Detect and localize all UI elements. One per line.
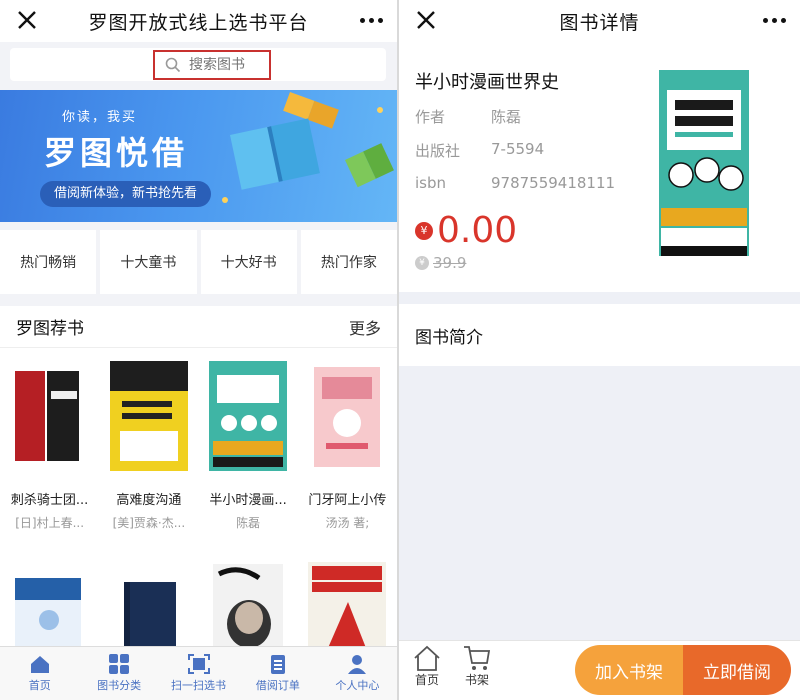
home-label: 首页	[414, 673, 439, 687]
tab-label: 个人中心	[335, 679, 380, 692]
book-card[interactable]	[0, 558, 99, 648]
book-card[interactable]	[99, 558, 198, 648]
price-value: 0.00	[437, 210, 518, 251]
book-author: 陈磊	[236, 516, 261, 530]
tab-home[interactable]: 首页	[0, 647, 79, 700]
banner-tagline: 借阅新体验，新书抢先看	[40, 181, 212, 207]
search-bar	[10, 48, 386, 81]
tag-top-children[interactable]: 十大童书	[100, 230, 197, 294]
author-value: 陈磊	[491, 108, 522, 126]
category-shortcuts: 热门畅销 十大童书 十大好书 热门作家	[0, 230, 397, 294]
add-to-shelf-button[interactable]: 加入书架	[575, 645, 683, 695]
book-cover	[110, 558, 188, 648]
book-card[interactable]: 刺杀骑士团... [日]村上春...	[0, 361, 99, 531]
book-cover	[10, 361, 89, 471]
more-menu-icon[interactable]	[360, 18, 383, 23]
search-box[interactable]	[153, 50, 271, 80]
book-author: 汤汤 著;	[325, 516, 370, 530]
tab-label: 扫一扫选书	[171, 679, 227, 692]
original-price: ¥ 39.9	[415, 254, 466, 272]
author-row: 作者 陈磊	[415, 106, 521, 127]
bottom-tab-bar: 首页 图书分类 扫一扫选书 借阅订单 个人中心	[0, 646, 397, 700]
page-title: 图书详情	[559, 11, 640, 34]
tab-orders[interactable]: 借阅订单	[238, 647, 317, 700]
currency-icon: ¥	[415, 221, 433, 240]
borrow-now-button[interactable]: 立即借阅	[683, 645, 791, 695]
tab-label: 借阅订单	[255, 679, 300, 692]
book-title: 高难度沟通	[116, 493, 182, 508]
tab-label: 首页	[28, 679, 51, 692]
scan-icon	[187, 654, 210, 674]
close-icon[interactable]	[14, 7, 40, 33]
tag-bestseller[interactable]: 热门畅销	[0, 230, 97, 294]
cart-icon	[464, 646, 491, 670]
book-cover-large	[659, 70, 749, 256]
book-author: [日]村上春...	[15, 516, 85, 530]
close-icon[interactable]	[413, 7, 439, 33]
home-icon	[30, 656, 49, 673]
book-detail-screen: 图书详情 半小时漫画世界史 作者 陈磊 出版社 7-5594 isbn 9787…	[399, 0, 800, 700]
tag-top-books[interactable]: 十大好书	[200, 230, 297, 294]
book-cover	[209, 361, 288, 471]
banner-subtitle: 你读，我买	[62, 110, 138, 125]
search-input[interactable]	[189, 57, 259, 73]
book-cover	[109, 361, 188, 471]
more-link[interactable]: 更多	[349, 315, 381, 339]
home-header: 罗图开放式线上选书平台	[0, 0, 397, 42]
book-author: [美]贾森·杰...	[112, 516, 186, 530]
detail-bottom-bar: 首页 书架 加入书架 立即借阅	[399, 640, 800, 700]
book-cover	[308, 558, 387, 648]
book-title: 刺杀骑士团...	[10, 493, 89, 508]
book-card[interactable]: 半小时漫画... 陈磊	[199, 361, 298, 531]
banner-title: 罗图悦借	[44, 134, 189, 172]
publisher-value: 7-5594	[491, 140, 545, 158]
user-icon	[348, 655, 367, 674]
more-menu-icon[interactable]	[763, 18, 786, 23]
price: ¥ 0.00	[415, 210, 517, 251]
search-icon	[165, 57, 181, 73]
shelf-label: 书架	[464, 673, 489, 687]
recommend-section: 罗图荐书 更多 刺杀骑士团... [日]村上春... 高难度沟通 [美]贾森·杰…	[0, 306, 397, 648]
tag-popular-authors[interactable]: 热门作家	[300, 230, 397, 294]
tab-scan[interactable]: 扫一扫选书	[159, 647, 238, 700]
book-cover	[209, 558, 287, 648]
book-name: 半小时漫画世界史	[415, 72, 559, 93]
isbn-label: isbn	[415, 174, 447, 192]
tab-profile[interactable]: 个人中心	[318, 647, 397, 700]
currency-icon: ¥	[415, 256, 429, 270]
author-label: 作者	[415, 108, 446, 126]
page-title: 罗图开放式线上选书平台	[88, 11, 309, 34]
book-card[interactable]	[298, 558, 397, 648]
book-card[interactable]	[199, 558, 298, 648]
clipboard-icon	[270, 655, 285, 674]
grid-icon	[109, 654, 130, 674]
tab-label: 图书分类	[97, 679, 142, 692]
book-card[interactable]: 高难度沟通 [美]贾森·杰...	[99, 361, 198, 531]
book-cover	[308, 361, 386, 471]
original-price-value: 39.9	[433, 254, 467, 272]
detail-header: 图书详情	[399, 0, 800, 42]
isbn-value: 9787559418111	[491, 174, 616, 192]
publisher-row: 出版社 7-5594	[415, 140, 544, 161]
isbn-row: isbn 9787559418111	[415, 174, 615, 192]
book-cover	[11, 558, 89, 648]
book-title: 门牙阿上小传	[308, 493, 387, 508]
tab-categories[interactable]: 图书分类	[79, 647, 158, 700]
book-grid: 刺杀骑士团... [日]村上春... 高难度沟通 [美]贾森·杰... 半小时漫…	[0, 361, 397, 531]
shelf-nav[interactable]: 书架	[463, 645, 491, 688]
book-card[interactable]: 门牙阿上小传 汤汤 著;	[298, 361, 397, 531]
book-info-card: 半小时漫画世界史 作者 陈磊 出版社 7-5594 isbn 978755941…	[399, 42, 800, 292]
book-title: 半小时漫画...	[209, 493, 287, 508]
book-illustration-icon	[222, 92, 394, 203]
promo-banner[interactable]: 你读，我买 罗图悦借 借阅新体验，新书抢先看	[0, 90, 397, 222]
home-icon	[414, 645, 440, 671]
section-title: 罗图荐书	[16, 319, 84, 339]
book-grid-row-2	[0, 558, 397, 648]
publisher-label: 出版社	[415, 142, 461, 160]
recommend-header: 罗图荐书 更多	[0, 306, 397, 348]
home-screen: 罗图开放式线上选书平台 你读，我买 罗图悦借 借阅新体验，新书抢先看 热门畅销 …	[0, 0, 397, 700]
home-nav[interactable]: 首页	[413, 645, 441, 688]
book-intro-title[interactable]: 图书简介	[399, 304, 800, 366]
